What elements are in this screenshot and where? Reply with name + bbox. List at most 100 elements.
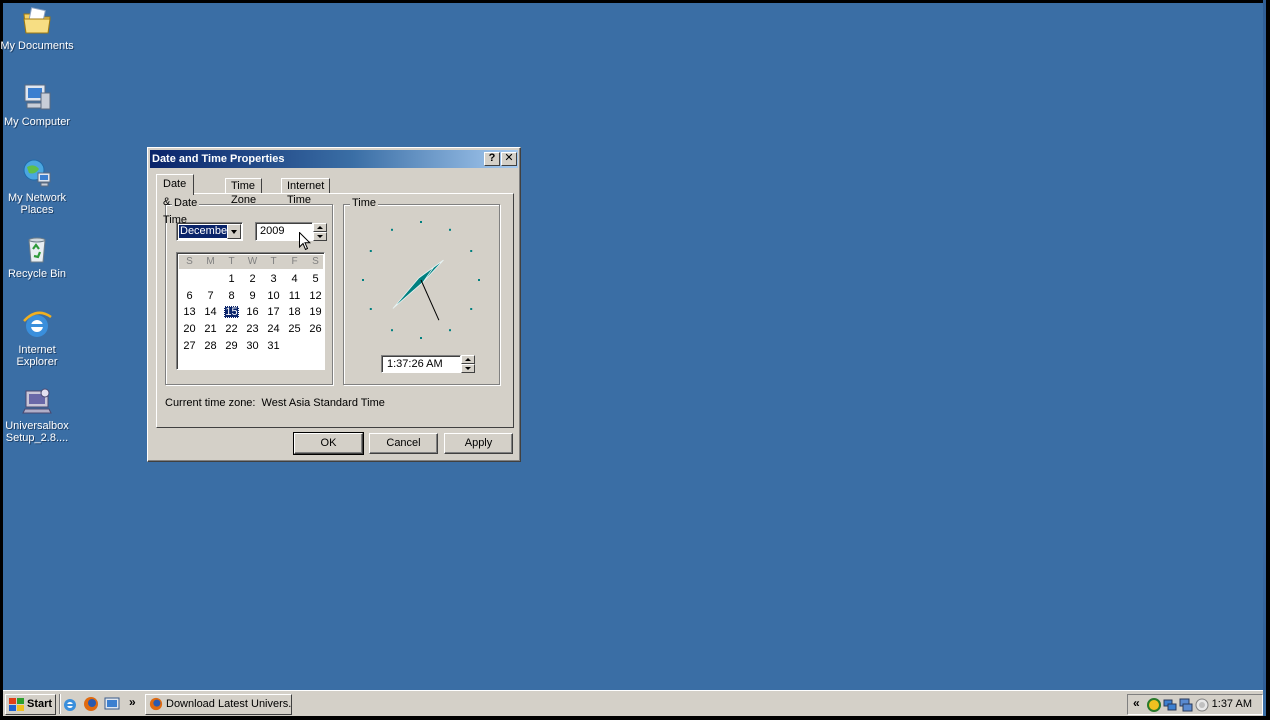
- time-groupbox: Time 1:37:26 AM: [343, 197, 500, 385]
- desktop-icon-my-documents[interactable]: My Documents: [0, 5, 74, 52]
- calendar-day[interactable]: 12: [305, 288, 326, 304]
- dialog-titlebar[interactable]: Date and Time Properties ? ✕: [150, 150, 518, 168]
- close-button[interactable]: ✕: [501, 152, 517, 166]
- calendar-day[interactable]: 15: [221, 304, 242, 320]
- year-spinner[interactable]: [313, 223, 327, 241]
- desktop-icon-recycle-bin[interactable]: Recycle Bin: [0, 233, 74, 280]
- calendar-day[interactable]: 17: [263, 304, 284, 320]
- calendar-day[interactable]: 3: [263, 271, 284, 287]
- tray-clock[interactable]: 1:37 AM: [1212, 698, 1252, 710]
- calendar-day[interactable]: 7: [200, 288, 221, 304]
- quicklaunch-chevron[interactable]: »: [129, 695, 136, 709]
- help-button[interactable]: ?: [484, 152, 500, 166]
- clock-hour-mark: [420, 221, 422, 223]
- tab-internet-time[interactable]: Internet Time: [281, 178, 331, 206]
- calendar-day[interactable]: 5: [305, 271, 326, 287]
- tab-date-time[interactable]: Date & Time: [156, 174, 195, 226]
- calendar-day[interactable]: 28: [200, 338, 221, 354]
- clock-second-hand: [420, 279, 440, 321]
- taskbar-button-label: Download Latest Univers...: [166, 698, 292, 710]
- tray-expand-chevron[interactable]: «: [1133, 696, 1140, 710]
- calendar-day[interactable]: 14: [200, 304, 221, 320]
- recycle-bin-icon: [21, 233, 53, 265]
- desktop-icon-label: My Computer: [3, 116, 71, 128]
- spin-up-icon[interactable]: [313, 223, 327, 232]
- calendar-day[interactable]: 8: [221, 288, 242, 304]
- calendar-day[interactable]: 2: [242, 271, 263, 287]
- cancel-button[interactable]: Cancel: [369, 433, 438, 454]
- year-value: 2009: [260, 225, 285, 237]
- calendar-day[interactable]: 21: [200, 321, 221, 337]
- clock-minute-hand: [392, 266, 434, 309]
- calendar-day[interactable]: 29: [221, 338, 242, 354]
- weekday-header: F: [291, 256, 298, 267]
- start-button[interactable]: Start: [5, 694, 56, 715]
- calendar-day[interactable]: 30: [242, 338, 263, 354]
- clock-hour-mark: [478, 279, 480, 281]
- calendar-day[interactable]: 19: [305, 304, 326, 320]
- calendar-day[interactable]: 4: [284, 271, 305, 287]
- clock-hour-mark: [470, 308, 473, 310]
- weekday-header: S: [312, 256, 319, 267]
- desktop-icon-label: Explorer: [16, 356, 58, 368]
- clock-hour-mark: [362, 279, 364, 281]
- calendar-day[interactable]: 16: [242, 304, 263, 320]
- time-group-label: Time: [350, 197, 379, 209]
- calendar-day[interactable]: 26: [305, 321, 326, 337]
- calendar-day[interactable]: 13: [179, 304, 200, 320]
- clock-hour-mark: [449, 228, 451, 231]
- volume-tray-icon[interactable]: [1195, 698, 1209, 712]
- apply-button[interactable]: Apply: [444, 433, 513, 454]
- clock-hour-mark: [369, 308, 372, 310]
- desktop-icon-network-places[interactable]: My Network Places: [0, 157, 74, 216]
- network-tray-icon[interactable]: [1163, 698, 1177, 712]
- firefox-quicklaunch-icon[interactable]: [83, 696, 99, 712]
- spin-down-icon[interactable]: [461, 364, 475, 373]
- desktop-icon-universalbox-setup[interactable]: Universalbox Setup_2.8....: [0, 385, 74, 444]
- network-places-icon: [21, 157, 53, 189]
- start-label: Start: [27, 698, 53, 710]
- timezone-label: Current time zone:: [165, 397, 256, 409]
- calendar-day[interactable]: 1: [221, 271, 242, 287]
- ok-button[interactable]: OK: [293, 432, 364, 455]
- show-desktop-quicklaunch-icon[interactable]: [104, 696, 120, 712]
- time-field[interactable]: 1:37:26 AM: [381, 355, 461, 373]
- calendar-day[interactable]: 18: [284, 304, 305, 320]
- desktop-icon-my-computer[interactable]: My Computer: [0, 81, 74, 128]
- taskbar-button-download[interactable]: Download Latest Univers...: [145, 694, 292, 715]
- taskbar-separator: [59, 694, 61, 714]
- weekday-header: M: [206, 256, 215, 267]
- desktop-icon-label: Internet: [18, 344, 56, 356]
- month-calendar[interactable]: SMTWTFS 1 2 3 4 5 6 7 8 9 10 11 12 13 14 15 16 17 18 19 20 2…: [176, 252, 325, 370]
- desktop-icon-label: Places: [20, 204, 54, 216]
- calendar-day[interactable]: 23: [242, 321, 263, 337]
- calendar-day[interactable]: 22: [221, 321, 242, 337]
- calendar-day[interactable]: 20: [179, 321, 200, 337]
- internet-explorer-quicklaunch-icon[interactable]: [62, 696, 78, 712]
- calendar-day[interactable]: 6: [179, 288, 200, 304]
- weekday-header: W: [247, 256, 258, 267]
- time-spinner[interactable]: [461, 355, 475, 373]
- clock-hour-mark: [369, 250, 372, 252]
- date-group-label: Date: [172, 197, 200, 209]
- desktop-icon-label: Universalbox: [5, 420, 69, 432]
- network-connection-tray-icon[interactable]: [1179, 698, 1193, 712]
- dialog-title: Date and Time Properties: [152, 153, 285, 165]
- screen-border-top: [0, 0, 1270, 3]
- weekday-header: T: [228, 256, 235, 267]
- calendar-day[interactable]: 9: [242, 288, 263, 304]
- spin-down-icon[interactable]: [313, 232, 327, 241]
- spin-up-icon[interactable]: [461, 355, 475, 364]
- chevron-down-icon[interactable]: [227, 224, 241, 239]
- desktop-icon-label: My Documents: [0, 40, 74, 52]
- tab-time-zone[interactable]: Time Zone: [225, 178, 263, 206]
- calendar-day[interactable]: 31: [263, 338, 284, 354]
- timezone-value: West Asia Standard Time: [261, 397, 385, 409]
- calendar-day[interactable]: 27: [179, 338, 200, 354]
- calendar-day[interactable]: 24: [263, 321, 284, 337]
- desktop-icon-internet-explorer[interactable]: Internet Explorer: [0, 309, 74, 368]
- calendar-day[interactable]: 10: [263, 288, 284, 304]
- security-tray-icon[interactable]: [1147, 698, 1161, 712]
- calendar-day[interactable]: 11: [284, 288, 305, 304]
- calendar-day[interactable]: 25: [284, 321, 305, 337]
